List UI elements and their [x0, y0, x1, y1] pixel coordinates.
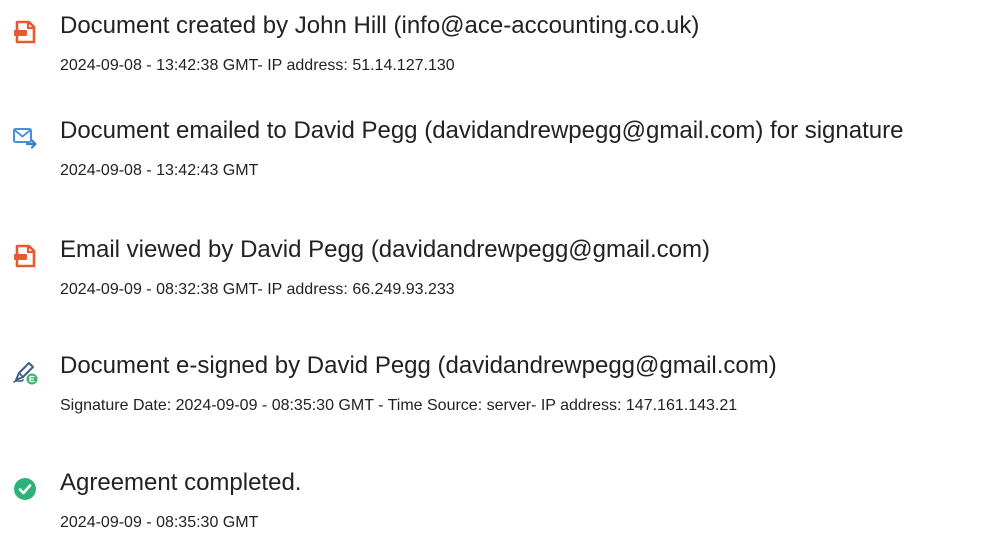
event-title: Email viewed by David Pegg (davidandrewp…	[60, 236, 711, 263]
event-detail: 2024-09-09 - 08:35:30 GMT	[60, 514, 259, 531]
e-sign-pen-icon	[12, 359, 38, 385]
event-detail: 2024-09-09 - 08:32:38 GMT- IP address: 6…	[60, 281, 455, 298]
event-document-created: Document created by John Hill (info@ace-…	[0, 10, 997, 90]
event-document-emailed: Document emailed to David Pegg (davidand…	[0, 115, 997, 195]
email-forward-icon	[12, 124, 38, 150]
event-detail: 2024-09-08 - 13:42:43 GMT	[60, 162, 259, 179]
event-detail: Signature Date: 2024-09-09 - 08:35:30 GM…	[60, 397, 738, 414]
event-title: Agreement completed.	[60, 469, 302, 496]
document-icon	[12, 243, 38, 269]
event-email-viewed: Email viewed by David Pegg (davidandrewp…	[0, 234, 997, 314]
event-title: Document e-signed by David Pegg (davidan…	[60, 352, 777, 379]
document-icon	[12, 19, 38, 45]
event-document-e-signed: Document e-signed by David Pegg (davidan…	[0, 350, 997, 430]
event-detail: 2024-09-08 - 13:42:38 GMT- IP address: 5…	[60, 57, 455, 74]
event-title: Document created by John Hill (info@ace-…	[60, 12, 700, 39]
event-title: Document emailed to David Pegg (davidand…	[60, 117, 904, 144]
checkmark-circle-icon	[12, 476, 38, 502]
event-agreement-completed: Agreement completed. 2024-09-09 - 08:35:…	[0, 467, 997, 547]
